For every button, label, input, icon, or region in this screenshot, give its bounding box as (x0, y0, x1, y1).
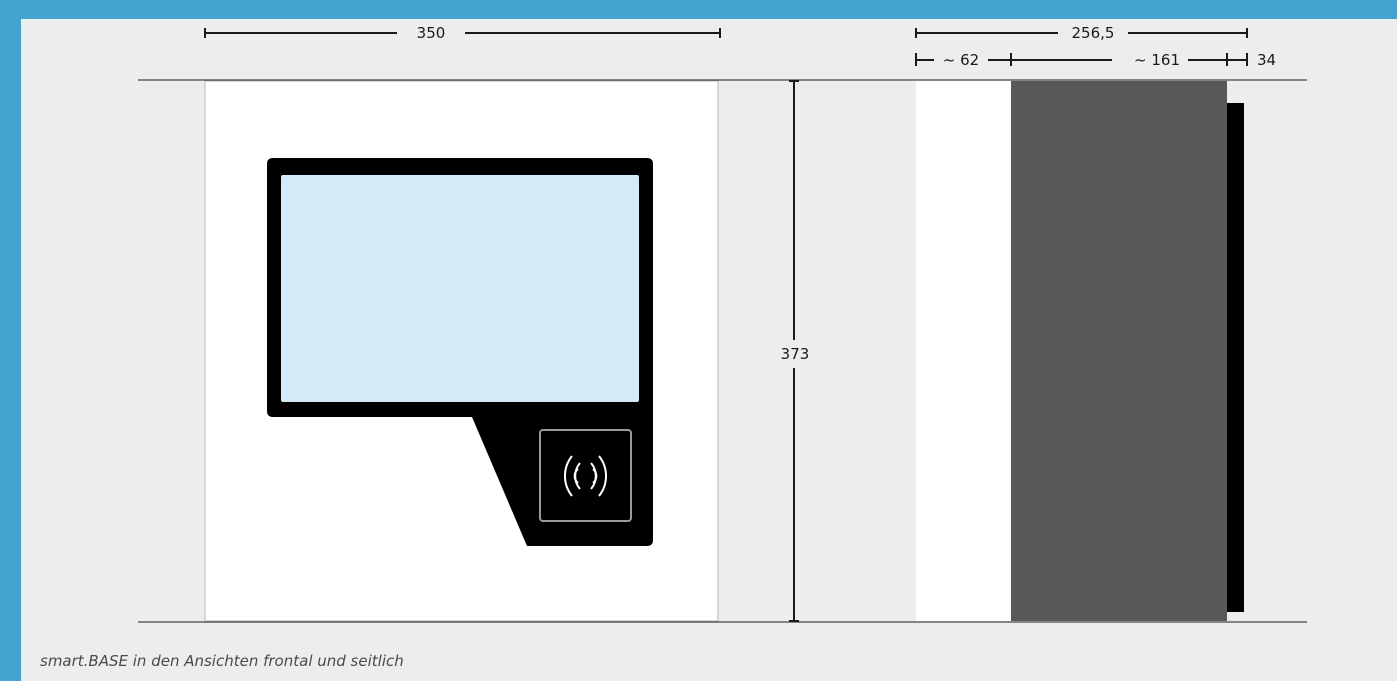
side-view (916, 81, 1244, 621)
figure-caption: smart.BASE in den Ansichten frontal und … (40, 652, 404, 670)
side-front-part (916, 81, 1011, 621)
dimension-front-width: 350 (204, 24, 721, 42)
side-body (1011, 81, 1227, 621)
dimension-side-parts: ~ 62 ~ 161 34 (915, 51, 1276, 69)
front-view (204, 80, 719, 622)
dimension-label-side-front: ~ 62 (943, 51, 979, 69)
dimension-label-side-total: 256,5 (1072, 24, 1115, 42)
dimension-label-side-body: ~ 161 (1134, 51, 1180, 69)
display-screen (281, 175, 639, 402)
technical-drawing: 350 373 256,5 ~ 62 ~ 161 34 (138, 24, 1307, 623)
dimension-height: 373 (778, 80, 810, 622)
dimension-label-side-back: 34 (1257, 51, 1276, 69)
dimension-label-height: 373 (781, 345, 810, 363)
dimension-label-front-width: 350 (417, 24, 446, 42)
dimension-side-total: 256,5 (915, 24, 1248, 42)
side-back-plate (1227, 103, 1244, 612)
